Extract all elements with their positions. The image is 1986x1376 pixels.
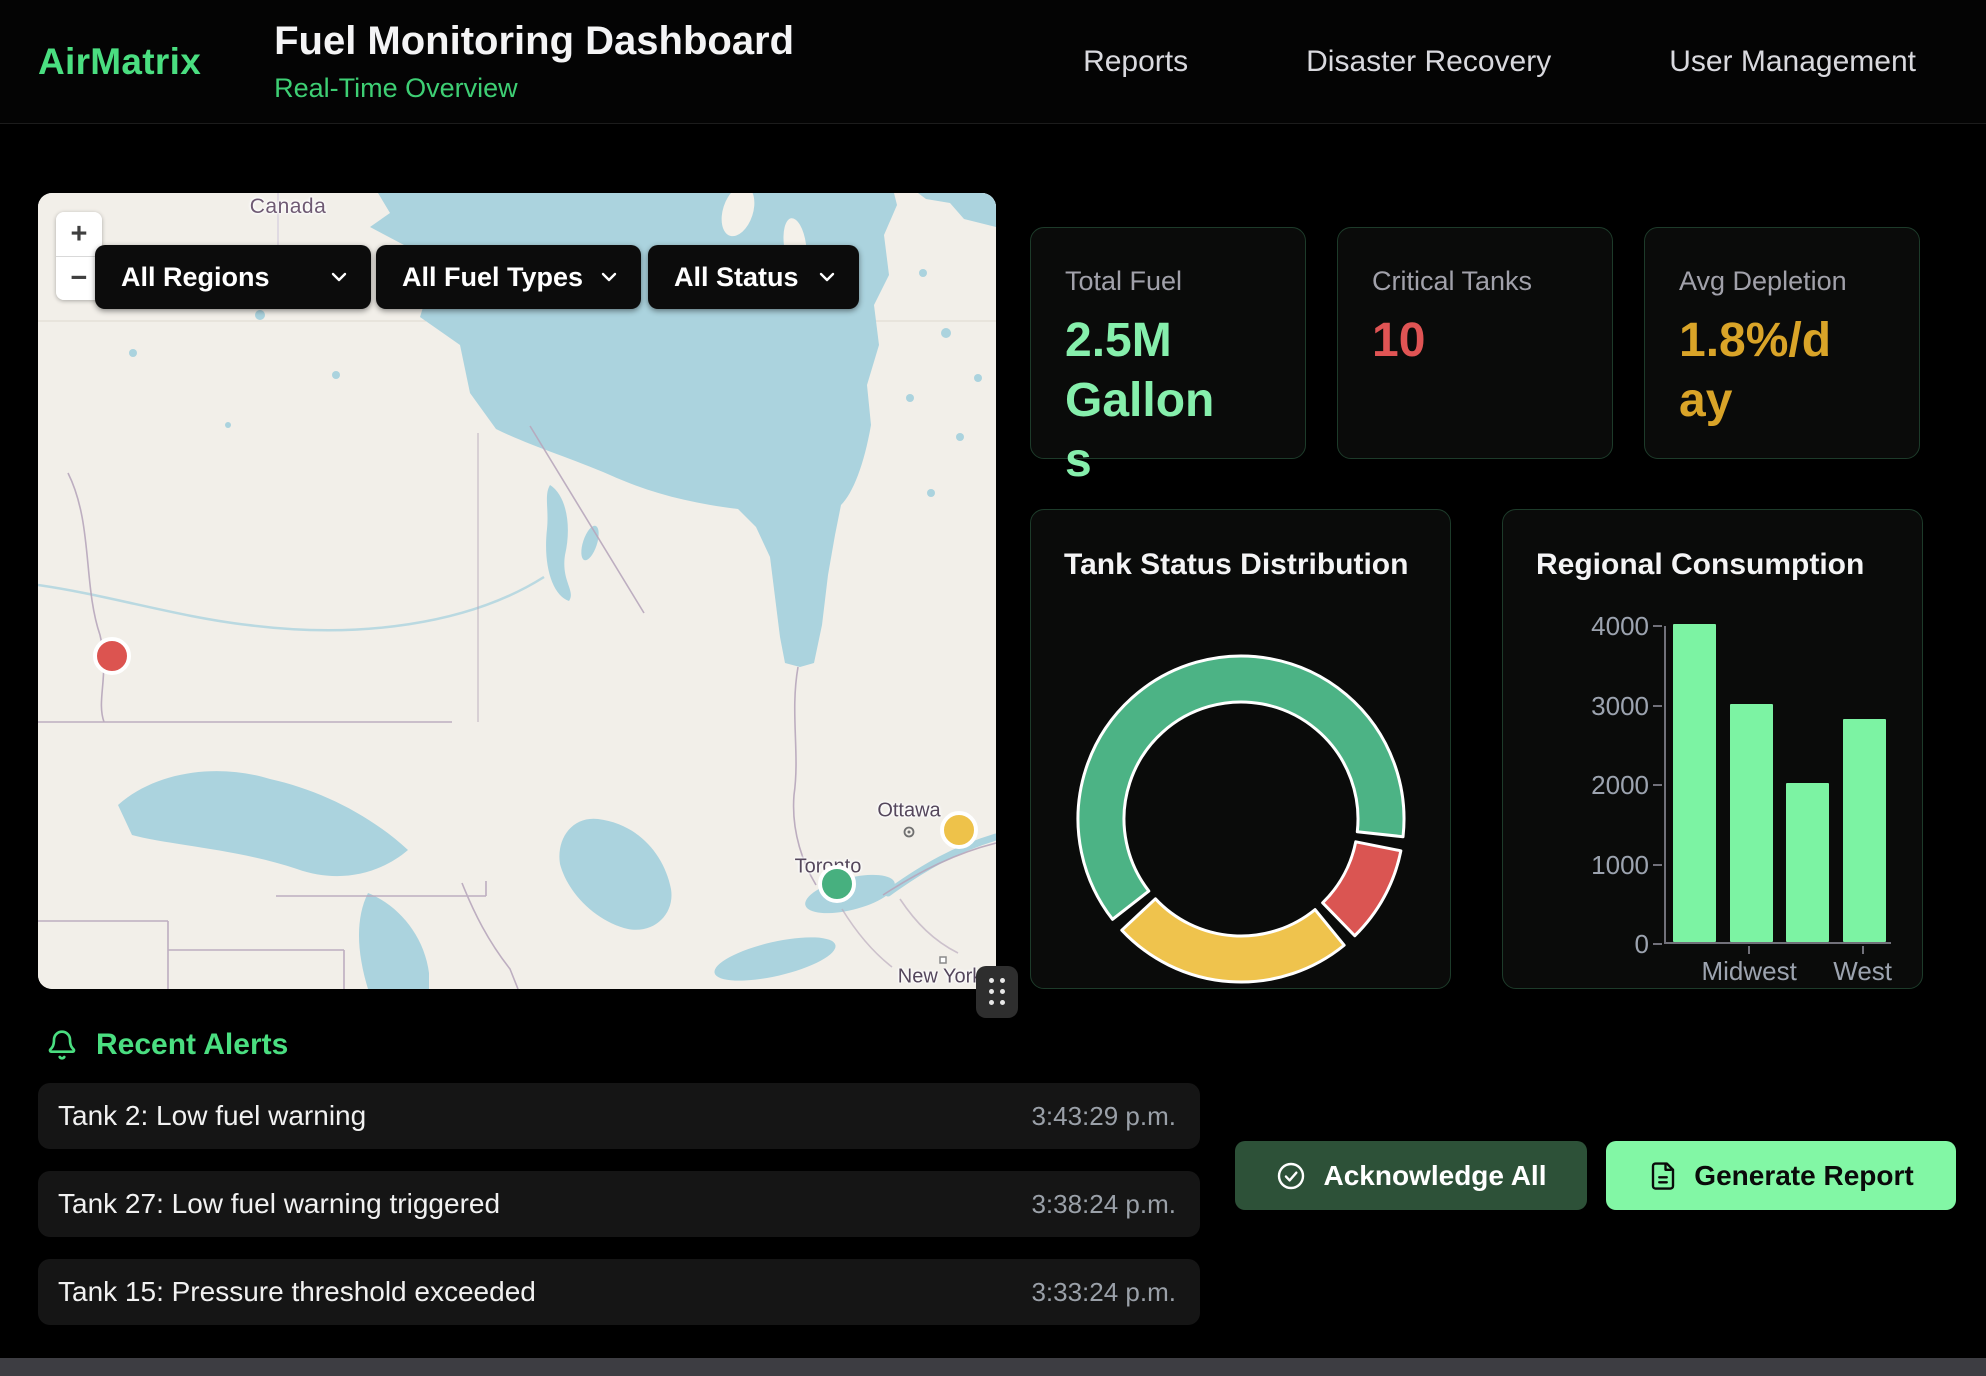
regional-bar-chart: 0 1000 2000 3000 4000 Midwest West [1503, 510, 1922, 988]
chevron-down-icon [815, 265, 839, 289]
stat-label: Total Fuel [1065, 266, 1275, 297]
recent-alerts-header: Recent Alerts [46, 1028, 288, 1062]
page-subtitle: Real-Time Overview [274, 73, 794, 104]
donut-segment-yellow [1122, 899, 1344, 982]
map-label-new-york: New York [898, 966, 983, 989]
x-tick-label: Midwest [1701, 956, 1796, 987]
main-nav: Reports Disaster Recovery User Managemen… [1083, 45, 1916, 79]
map-marker-normal[interactable] [818, 865, 856, 903]
map-marker-warning[interactable] [940, 811, 978, 849]
zoom-in-button[interactable]: + [56, 212, 102, 256]
tank-status-card: Tank Status Distribution [1030, 509, 1451, 989]
generate-report-button[interactable]: Generate Report [1606, 1141, 1956, 1210]
bar-plot [1664, 626, 1891, 944]
bar-0 [1673, 624, 1716, 942]
horizontal-scrollbar[interactable] [0, 1358, 1986, 1376]
stat-value-critical-tanks: 10 [1372, 311, 1548, 371]
document-icon [1648, 1161, 1678, 1191]
bar-1 [1730, 704, 1773, 943]
map-marker-critical[interactable] [93, 637, 131, 675]
alert-message: Tank 15: Pressure threshold exceeded [58, 1276, 536, 1308]
status-filter-dropdown[interactable]: All Status [648, 245, 859, 309]
region-filter-dropdown[interactable]: All Regions [95, 245, 371, 309]
y-tick-label: 3000 [1541, 692, 1649, 720]
x-tick-label: West [1833, 956, 1892, 987]
alert-time: 3:43:29 p.m. [1031, 1101, 1176, 1132]
region-filter-value: All Regions [121, 262, 270, 293]
nav-item-reports[interactable]: Reports [1083, 45, 1188, 79]
tank-status-donut [1031, 510, 1452, 990]
chevron-down-icon [597, 265, 621, 289]
alert-row-1[interactable]: Tank 2: Low fuel warning 3:43:29 p.m. [38, 1083, 1200, 1149]
page-title: Fuel Monitoring Dashboard [274, 19, 794, 64]
regional-consumption-card: Regional Consumption 01000200030004000 M… [1502, 509, 1923, 989]
acknowledge-all-button[interactable]: Acknowledge All [1235, 1141, 1587, 1210]
stat-label: Critical Tanks [1372, 266, 1582, 297]
recent-alerts-title: Recent Alerts [96, 1028, 288, 1062]
stat-card-avg-depletion: Avg Depletion 1.8%/day [1644, 227, 1920, 459]
chevron-down-icon [327, 265, 351, 289]
y-tick-label: 0 [1541, 930, 1649, 958]
alert-row-2[interactable]: Tank 27: Low fuel warning triggered 3:38… [38, 1171, 1200, 1237]
stat-card-total-fuel: Total Fuel 2.5M Gallons [1030, 227, 1306, 459]
map-label-canada: Canada [250, 195, 327, 219]
stat-card-critical-tanks: Critical Tanks 10 [1337, 227, 1613, 459]
acknowledge-all-label: Acknowledge All [1323, 1160, 1546, 1192]
alert-time: 3:33:24 p.m. [1031, 1277, 1176, 1308]
y-tick-label: 1000 [1541, 851, 1649, 879]
bell-icon [46, 1029, 78, 1061]
alert-time: 3:38:24 p.m. [1031, 1189, 1176, 1220]
alert-message: Tank 27: Low fuel warning triggered [58, 1188, 500, 1220]
stat-value-total-fuel: 2.5M Gallons [1065, 311, 1241, 491]
status-filter-value: All Status [674, 262, 799, 293]
donut-segments [1078, 656, 1404, 982]
app-header: AirMatrix Fuel Monitoring Dashboard Real… [0, 0, 1986, 124]
bar-3 [1843, 719, 1886, 942]
map-resize-handle[interactable] [976, 966, 1018, 1018]
generate-report-label: Generate Report [1694, 1160, 1913, 1192]
stat-label: Avg Depletion [1679, 266, 1889, 297]
bar-2 [1786, 783, 1829, 942]
alert-message: Tank 2: Low fuel warning [58, 1100, 366, 1132]
fuel-type-filter-dropdown[interactable]: All Fuel Types [376, 245, 641, 309]
nav-item-disaster-recovery[interactable]: Disaster Recovery [1306, 45, 1551, 79]
y-tick-label: 4000 [1541, 612, 1649, 640]
nav-item-user-management[interactable]: User Management [1669, 45, 1916, 79]
fuel-type-filter-value: All Fuel Types [402, 262, 583, 293]
y-tick-label: 2000 [1541, 771, 1649, 799]
brand-logo[interactable]: AirMatrix [38, 41, 201, 83]
alert-row-3[interactable]: Tank 15: Pressure threshold exceeded 3:3… [38, 1259, 1200, 1325]
tank-map[interactable]: Canada Ottawa Toronto New York + − All R… [38, 193, 996, 989]
stat-value-avg-depletion: 1.8%/day [1679, 311, 1855, 431]
page-title-block: Fuel Monitoring Dashboard Real-Time Over… [274, 19, 794, 104]
check-circle-icon [1275, 1160, 1307, 1192]
donut-segment-red [1323, 842, 1401, 936]
map-label-ottawa: Ottawa [877, 800, 940, 823]
